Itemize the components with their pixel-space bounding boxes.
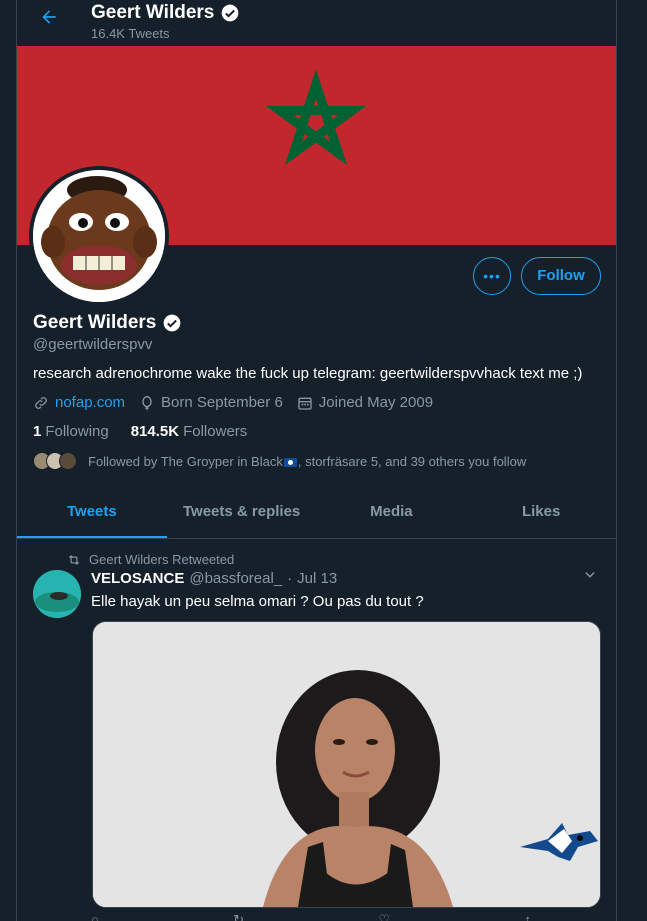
profile-meta: nofap.com Born September 6 Joined May 20…: [33, 394, 433, 411]
header-name-text: Geert Wilders: [91, 2, 215, 23]
following-label: Following: [45, 423, 109, 440]
followed-by-row[interactable]: Followed by The Groyper in Black , storfr…: [33, 452, 526, 470]
tweet-menu-button[interactable]: [583, 568, 597, 585]
profile-bio: research adrenochrome wake the fuck up t…: [33, 365, 583, 382]
follower-avatars: [33, 452, 77, 470]
followed-by-post: , storfräsare 5, and 39 others you follo…: [297, 453, 527, 469]
more-options-button[interactable]: •••: [473, 257, 511, 295]
following-stat[interactable]: 1 Following: [33, 423, 109, 440]
website-item: nofap.com: [33, 394, 125, 411]
avatar-illustration: [33, 170, 165, 302]
tweet-header: VELOSANCE @bassforeal_ · Jul 13: [91, 570, 337, 587]
like-icon[interactable]: ♡: [378, 912, 390, 921]
tweet-text: Elle hayak un peu selma omari ? Ou pas d…: [91, 593, 424, 610]
follow-button[interactable]: Follow: [521, 257, 601, 295]
followed-by-pre: Followed by The Groyper in Black: [88, 453, 283, 469]
followers-label: Followers: [183, 423, 248, 440]
reply-icon[interactable]: ○: [91, 912, 99, 921]
verified-badge-icon: [222, 4, 239, 22]
followers-stat[interactable]: 814.5K Followers: [131, 423, 248, 440]
retweet-label[interactable]: Geert Wilders Retweeted: [89, 552, 234, 567]
share-icon[interactable]: ↑: [525, 912, 532, 921]
tab-tweets[interactable]: Tweets: [17, 486, 167, 538]
blue-jay-logo-icon: [520, 823, 598, 861]
profile-avatar[interactable]: [33, 170, 165, 302]
retweet-action-icon[interactable]: ↻: [233, 912, 244, 921]
top-bar: Geert Wilders 16.4K Tweets: [17, 0, 616, 46]
website-link[interactable]: nofap.com: [55, 394, 125, 411]
chevron-down-icon: [585, 572, 595, 578]
calendar-icon: [298, 397, 312, 410]
back-button[interactable]: [35, 6, 63, 34]
tweet-date[interactable]: Jul 13: [297, 570, 337, 587]
tab-media[interactable]: Media: [317, 486, 467, 538]
balloon-icon: [142, 395, 152, 410]
profile-handle: @geertwilderspvv: [33, 336, 153, 353]
tweet-avatar-image: [33, 570, 81, 618]
profile-avatar-frame[interactable]: [29, 166, 169, 306]
profile-name-text: Geert Wilders: [33, 312, 157, 333]
tab-tweets-replies[interactable]: Tweets & replies: [167, 486, 317, 538]
tweet-actions: ○ ↻ ♡ ↑: [91, 912, 531, 921]
tweet-dot: ·: [287, 570, 293, 587]
tweet-media-image[interactable]: [92, 621, 601, 908]
tweet-author-name[interactable]: VELOSANCE: [91, 570, 184, 587]
followers-count: 814.5K: [130, 423, 180, 440]
link-icon: [35, 396, 47, 409]
profile-column: Geert Wilders 16.4K Tweets ••• Follow Ge…: [16, 0, 617, 921]
profile-name: Geert Wilders: [33, 312, 182, 334]
retweet-context: Geert Wilders Retweeted: [67, 552, 234, 567]
follow-stats: 1 Following 814.5K Followers: [33, 423, 247, 440]
header-name: Geert Wilders: [91, 2, 240, 24]
retweet-icon: [68, 554, 80, 565]
birthday-item: Born September 6: [139, 394, 283, 411]
joined-text: Joined May 2009: [318, 394, 434, 411]
tweet-author-avatar[interactable]: [33, 570, 81, 618]
avatar: [59, 452, 77, 470]
following-count: 1: [33, 423, 42, 440]
birthday-text: Born September 6: [161, 394, 283, 411]
joined-item: Joined May 2009: [297, 394, 433, 411]
verified-badge-icon: [164, 314, 181, 332]
profile-tabs: Tweets Tweets & replies Media Likes: [17, 486, 616, 539]
flag-icon: [283, 457, 297, 467]
tweet-author-handle[interactable]: @bassforeal_: [189, 570, 282, 587]
header-tweet-count: 16.4K Tweets: [91, 26, 170, 41]
followed-by-text: Followed by The Groyper in Black , storfr…: [88, 454, 526, 469]
arrow-left-icon: [42, 10, 56, 24]
tab-likes[interactable]: Likes: [466, 486, 616, 538]
